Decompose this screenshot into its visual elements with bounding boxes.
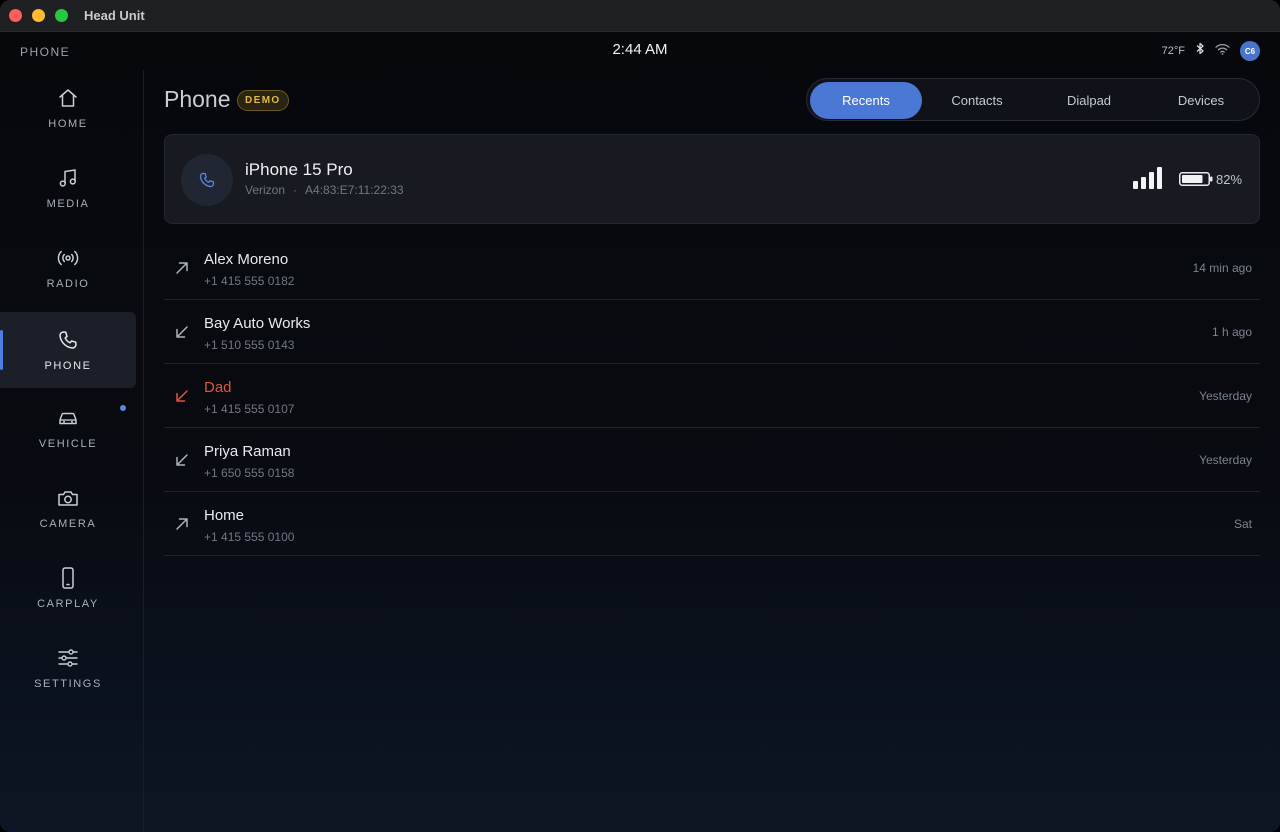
bluetooth-icon bbox=[1195, 42, 1205, 60]
tab-contacts[interactable]: Contacts bbox=[921, 82, 1033, 119]
sidebar-item-label: RADIO bbox=[46, 278, 90, 290]
app-area: PHONE 2:44 AM 72°F C6 HOME MEDIA RADIO P… bbox=[0, 32, 1280, 832]
phone-icon bbox=[181, 154, 233, 206]
tab-recents[interactable]: Recents bbox=[810, 82, 922, 119]
recent-call-row[interactable]: Bay Auto Works +1 510 555 0143 1 h ago bbox=[164, 300, 1260, 364]
page-title: Phone bbox=[164, 86, 231, 112]
contact-number: +1 415 555 0100 bbox=[204, 530, 295, 544]
sidebar-item-media[interactable]: MEDIA bbox=[0, 150, 136, 226]
close-window-button[interactable] bbox=[9, 9, 22, 22]
demo-badge: DEMO bbox=[237, 90, 289, 111]
sidebar-item-label: HOME bbox=[48, 118, 88, 130]
smartphone-icon bbox=[56, 566, 80, 590]
sidebar-nav: HOME MEDIA RADIO PHONE VEHICLE CAMERA CA… bbox=[0, 70, 144, 832]
contact-number: +1 415 555 0107 bbox=[204, 402, 295, 416]
home-icon bbox=[56, 86, 80, 110]
device-details: Verizon · A4:83:E7:11:22:33 bbox=[245, 183, 404, 197]
contact-number: +1 650 555 0158 bbox=[204, 466, 295, 480]
call-time: Sat bbox=[1233, 517, 1252, 531]
car-icon bbox=[56, 406, 80, 430]
sidebar-item-carplay[interactable]: CARPLAY bbox=[0, 550, 136, 626]
incoming-call-icon bbox=[176, 454, 188, 466]
battery-percentage: 82% bbox=[1216, 172, 1243, 187]
contact-name: Priya Raman bbox=[204, 443, 291, 460]
sidebar-item-camera[interactable]: CAMERA bbox=[0, 470, 136, 546]
minimize-window-button[interactable] bbox=[32, 9, 45, 22]
contact-name: Dad bbox=[204, 379, 232, 396]
head-unit-window: Head Unit PHONE 2:44 AM 72°F C6 HOME MED… bbox=[0, 0, 1280, 832]
sidebar-item-label: CARPLAY bbox=[37, 598, 99, 610]
sliders-icon bbox=[56, 646, 80, 670]
phone-tabs: Recents Contacts Dialpad Devices bbox=[806, 78, 1260, 121]
incoming-call-icon bbox=[176, 326, 188, 338]
signal-strength-icon bbox=[1133, 167, 1162, 189]
sidebar-item-label: MEDIA bbox=[46, 198, 90, 210]
status-section-label: PHONE bbox=[20, 45, 71, 59]
recent-call-row[interactable]: Dad +1 415 555 0107 Yesterday bbox=[164, 364, 1260, 428]
outgoing-call-icon bbox=[176, 518, 188, 530]
temperature: 72°F bbox=[1161, 45, 1185, 57]
device-mac-address: A4:83:E7:11:22:33 bbox=[305, 183, 404, 197]
call-time: Yesterday bbox=[1199, 453, 1252, 467]
sidebar-item-settings[interactable]: SETTINGS bbox=[0, 630, 136, 706]
outgoing-call-icon bbox=[176, 262, 188, 274]
contact-name: Bay Auto Works bbox=[204, 315, 311, 332]
sidebar-item-vehicle[interactable]: VEHICLE bbox=[0, 390, 136, 466]
call-time: Yesterday bbox=[1199, 389, 1252, 403]
device-name: iPhone 15 Pro bbox=[245, 160, 353, 179]
call-time: 14 min ago bbox=[1192, 261, 1252, 275]
missed-call-icon bbox=[176, 390, 188, 402]
sidebar-item-label: CAMERA bbox=[39, 518, 97, 530]
call-time: 1 h ago bbox=[1211, 325, 1252, 339]
recent-call-row[interactable]: Home +1 415 555 0100 Sat bbox=[164, 492, 1260, 556]
camera-icon bbox=[56, 486, 80, 510]
sidebar-item-radio[interactable]: RADIO bbox=[0, 230, 136, 306]
connected-device-card[interactable]: iPhone 15 Pro Verizon · A4:83:E7:11:22:3… bbox=[164, 134, 1260, 224]
tab-dialpad[interactable]: Dialpad bbox=[1033, 82, 1145, 119]
notification-dot bbox=[120, 405, 126, 411]
sidebar-item-label: SETTINGS bbox=[34, 678, 102, 690]
radio-broadcast-icon bbox=[56, 246, 80, 270]
recent-call-row[interactable]: Alex Moreno +1 415 555 0182 14 min ago bbox=[164, 236, 1260, 300]
sidebar-item-label: VEHICLE bbox=[38, 438, 98, 450]
window-title: Head Unit bbox=[84, 8, 145, 23]
device-carrier: Verizon bbox=[245, 183, 286, 197]
status-indicators: 72°F C6 bbox=[1162, 41, 1260, 61]
clock: 2:44 AM bbox=[612, 41, 668, 58]
maximize-window-button[interactable] bbox=[55, 9, 68, 22]
tab-devices[interactable]: Devices bbox=[1145, 82, 1257, 119]
contact-number: +1 510 555 0143 bbox=[204, 338, 295, 352]
recent-call-row[interactable]: Priya Raman +1 650 555 0158 Yesterday bbox=[164, 428, 1260, 492]
separator-dot: · bbox=[293, 183, 298, 197]
battery-icon bbox=[1179, 172, 1213, 186]
contact-number: +1 415 555 0182 bbox=[204, 274, 295, 288]
music-note-icon bbox=[56, 166, 80, 190]
sidebar-item-home[interactable]: HOME bbox=[0, 70, 136, 146]
title-bar: Head Unit bbox=[0, 0, 1280, 32]
contact-name: Alex Moreno bbox=[204, 251, 289, 268]
sidebar-item-phone[interactable]: PHONE bbox=[0, 312, 136, 388]
sidebar-item-label: PHONE bbox=[44, 360, 92, 372]
wifi-icon bbox=[1215, 42, 1230, 60]
phone-icon bbox=[56, 328, 80, 352]
contact-name: Home bbox=[204, 507, 245, 524]
user-avatar[interactable]: C6 bbox=[1240, 41, 1260, 61]
